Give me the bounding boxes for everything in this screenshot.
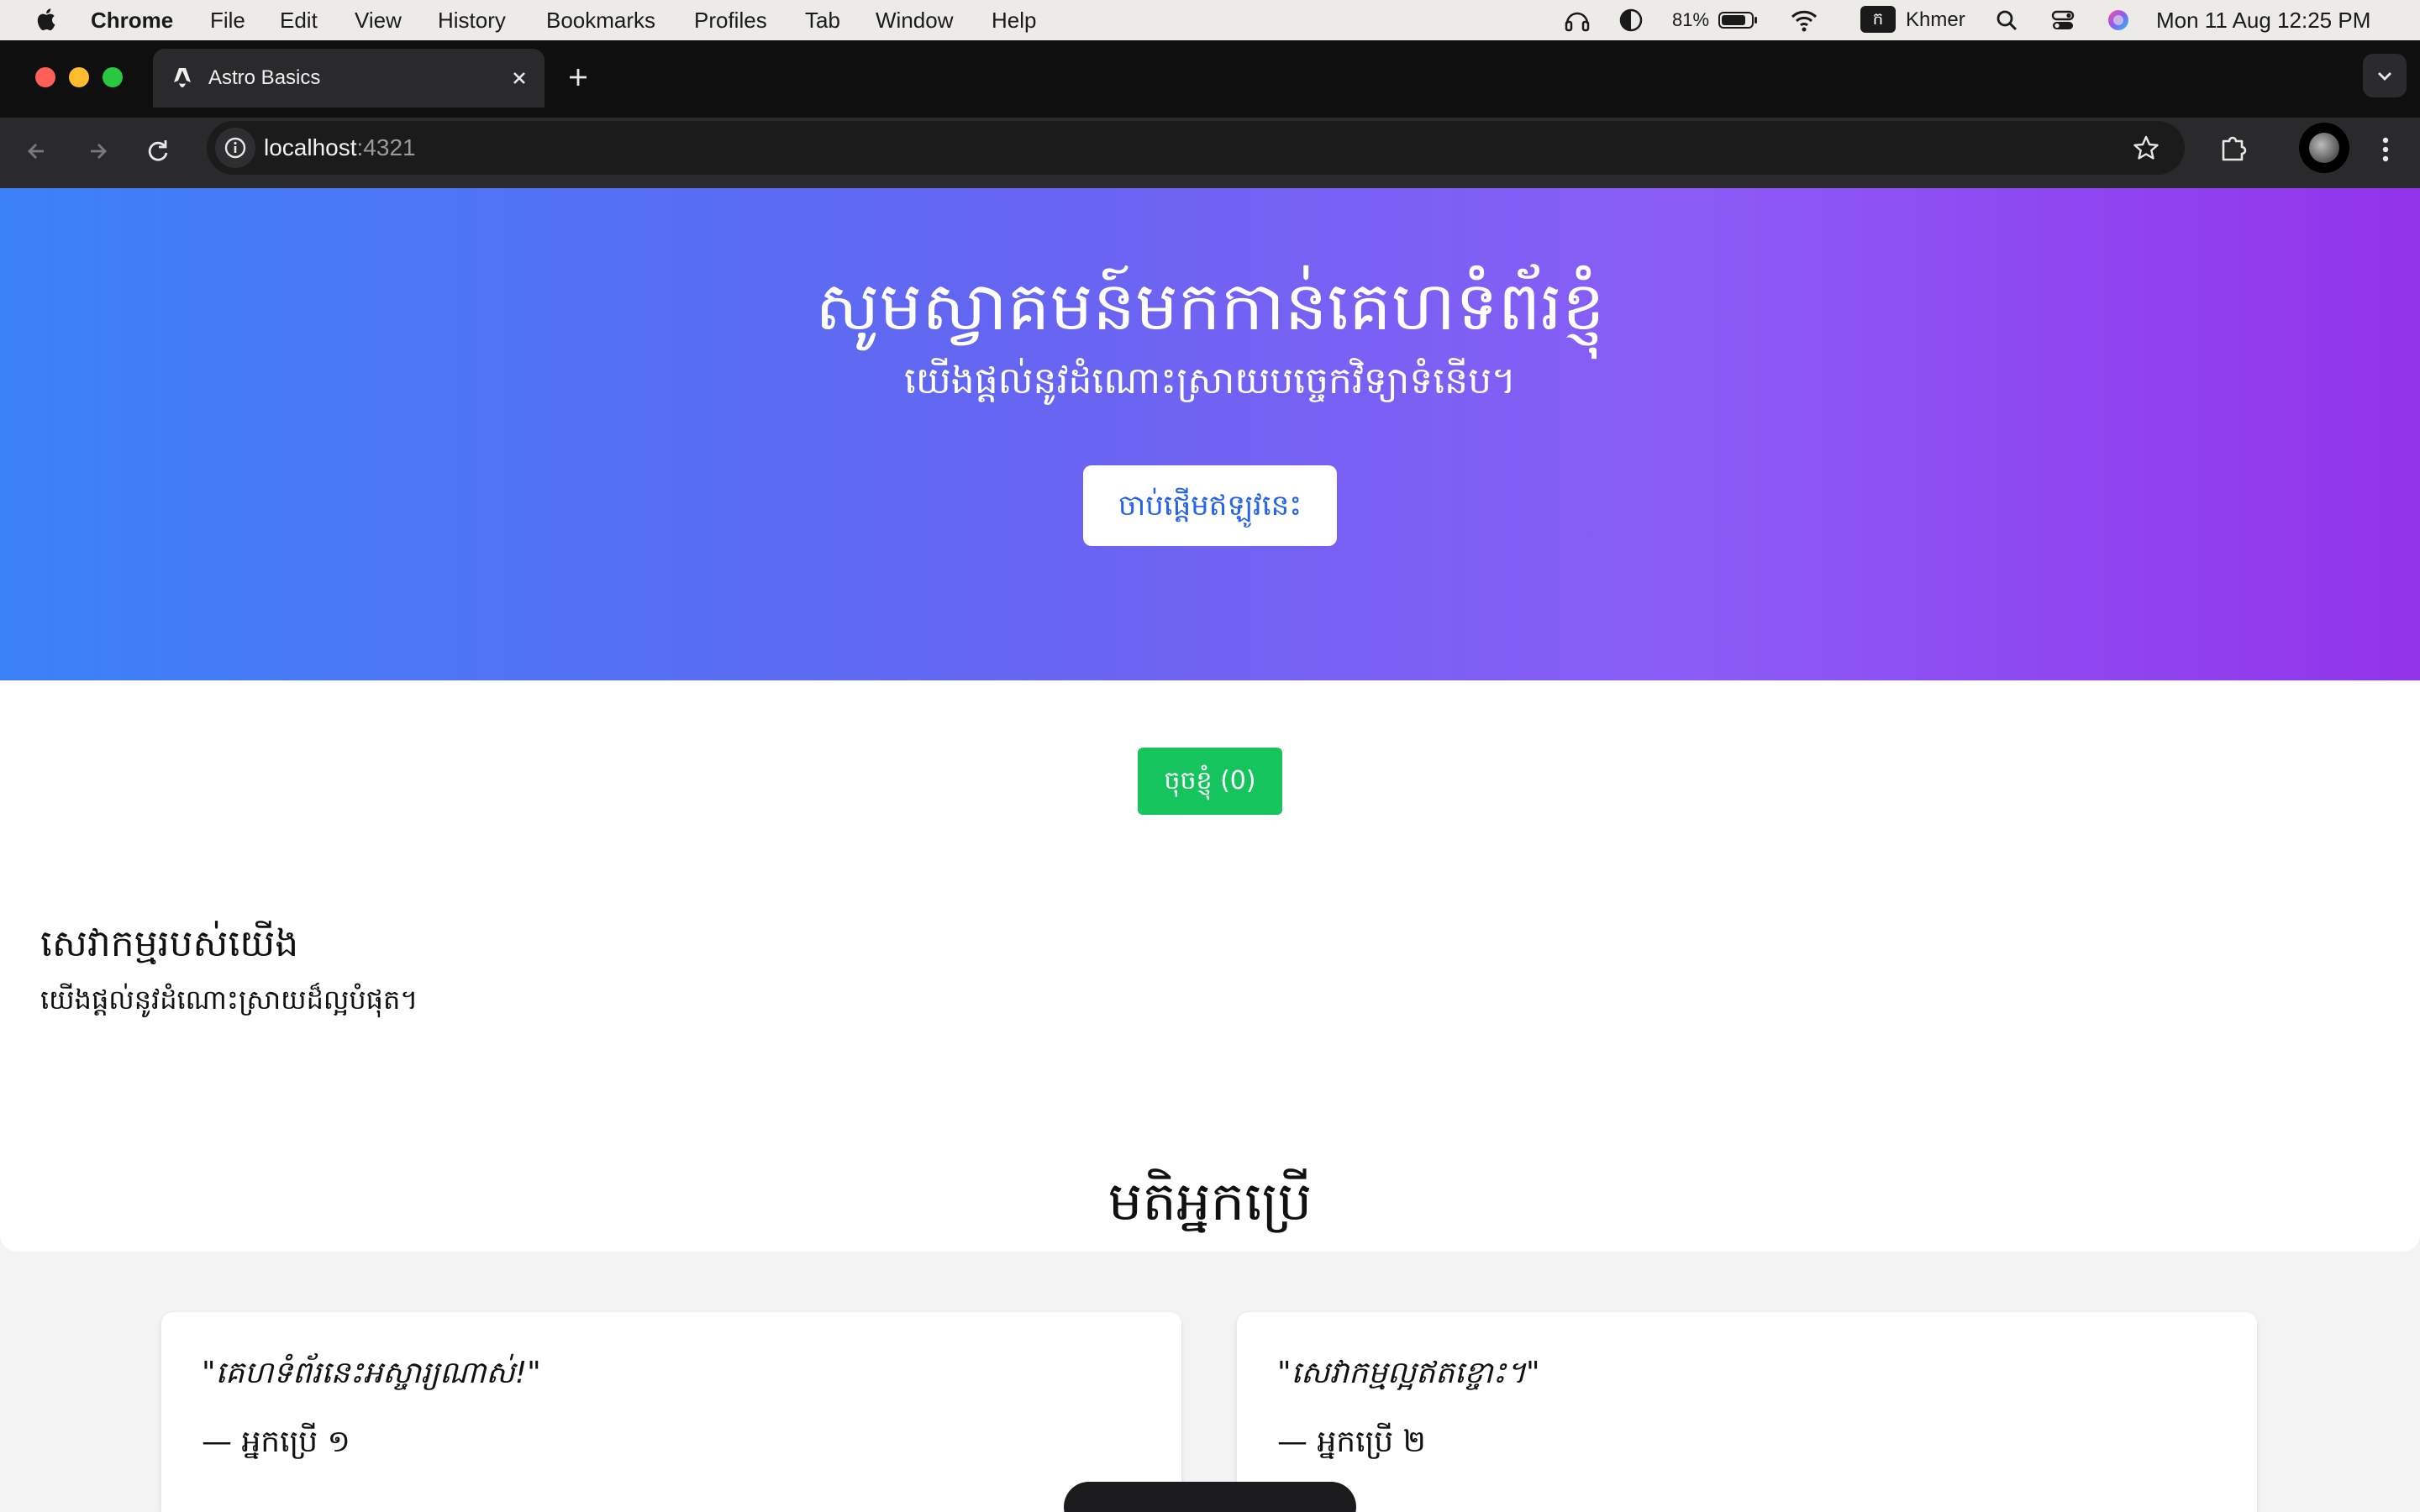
services-heading: សេវាកម្មរបស់យើង [40,922,299,965]
menu-file[interactable]: File [210,8,245,33]
testimonial-card: "សេវាកម្មល្អឥតខ្ចោះ។" — អ្នកប្រើ ២ [1237,1312,2257,1512]
new-tab-icon[interactable] [565,64,592,91]
apple-icon[interactable] [34,7,57,32]
focus-moon-icon[interactable] [1617,7,1645,34]
macos-menu-bar: Chrome File Edit View History Bookmarks … [0,0,2420,40]
menu-edit[interactable]: Edit [280,8,318,33]
battery-icon[interactable] [1718,7,1760,34]
tab-title: Astro Basics [208,66,321,89]
chevron-down-icon [2378,72,2391,81]
tab-search-button[interactable] [2363,54,2407,97]
testimonials-heading: មតិអ្នកប្រើ [1107,1171,1313,1233]
info-icon [224,137,246,159]
hero-subtitle: យើងផ្តល់នូវដំណោះស្រាយបច្ចេកវិទ្យាទំនើប។ [903,360,1517,402]
menu-app-name[interactable]: Chrome [91,8,173,33]
get-started-button[interactable]: ចាប់ផ្តើមឥឡូវនេះ [1083,465,1337,546]
testimonial-quote: "គេហទំព័រនេះអស្ចារ្យណាស់!" [202,1356,541,1390]
astro-dev-toolbar[interactable] [1064,1482,1356,1512]
url-host: localhost [264,134,357,160]
menubar-clock[interactable]: Mon 11 Aug 12:25 PM [2156,8,2370,33]
battery-percent: 81% [1672,9,1710,30]
testimonial-quote: "សេវាកម្មល្អឥតខ្ចោះ។" [1277,1356,1540,1390]
hero-title: សូមស្វាគមន៍មកកាន់គេហទំព័រខ្ញុំ [815,267,1605,345]
menu-tab[interactable]: Tab [805,8,840,33]
click-counter-button[interactable]: ចុចខ្ញុំ (0) [1138,748,1282,815]
more-vertical-icon[interactable] [2371,131,2400,168]
url-text[interactable]: localhost:4321 [264,133,416,163]
testimonial-author: — អ្នកប្រើ ២ [1277,1425,1426,1459]
astro-favicon-icon [174,68,191,87]
spotlight-search-icon[interactable] [1993,7,2022,34]
input-source-badge[interactable]: ក [1860,6,1896,33]
services-description: យើងផ្តល់នូវដំណោះស្រាយដ៏ល្អបំផុត។ [40,984,418,1016]
tab-close-icon[interactable] [508,66,531,90]
browser-tab-active[interactable]: Astro Basics [153,49,544,108]
siri-icon[interactable] [2104,7,2133,34]
menu-window[interactable]: Window [876,8,953,33]
menu-profiles[interactable]: Profiles [694,8,767,33]
menu-history[interactable]: History [438,8,506,33]
wifi-icon[interactable] [1790,7,1818,34]
forward-arrow-icon[interactable] [79,133,116,170]
window-close-button[interactable] [35,67,55,87]
page-viewport: សូមស្វាគមន៍មកកាន់គេហទំព័រខ្ញុំ យើងផ្តល់ន… [0,188,2420,1512]
menu-help[interactable]: Help [992,8,1036,33]
bookmark-star-icon[interactable] [2131,133,2161,163]
window-zoom-button[interactable] [103,67,123,87]
url-port: :4321 [356,134,416,160]
profile-avatar[interactable] [2299,123,2349,173]
headphones-icon[interactable] [1563,7,1591,34]
reload-icon[interactable] [139,133,176,170]
avatar-image [2309,133,2339,163]
site-info-button[interactable] [215,128,255,168]
window-minimize-button[interactable] [69,67,89,87]
testimonial-author: — អ្នកប្រើ ១ [202,1425,350,1459]
input-source-label[interactable]: Khmer [1906,8,1965,33]
back-arrow-icon[interactable] [18,133,55,170]
menu-bookmarks[interactable]: Bookmarks [546,8,655,33]
extensions-puzzle-icon[interactable] [2215,129,2252,166]
menu-view[interactable]: View [355,8,402,33]
control-center-icon[interactable] [2049,7,2077,34]
address-bar[interactable]: localhost:4321 [207,121,2185,175]
testimonial-card: "គេហទំព័រនេះអស្ចារ្យណាស់!" — អ្នកប្រើ ១ [161,1312,1181,1512]
hero-section: សូមស្វាគមន៍មកកាន់គេហទំព័រខ្ញុំ យើងផ្តល់ន… [0,188,2420,680]
